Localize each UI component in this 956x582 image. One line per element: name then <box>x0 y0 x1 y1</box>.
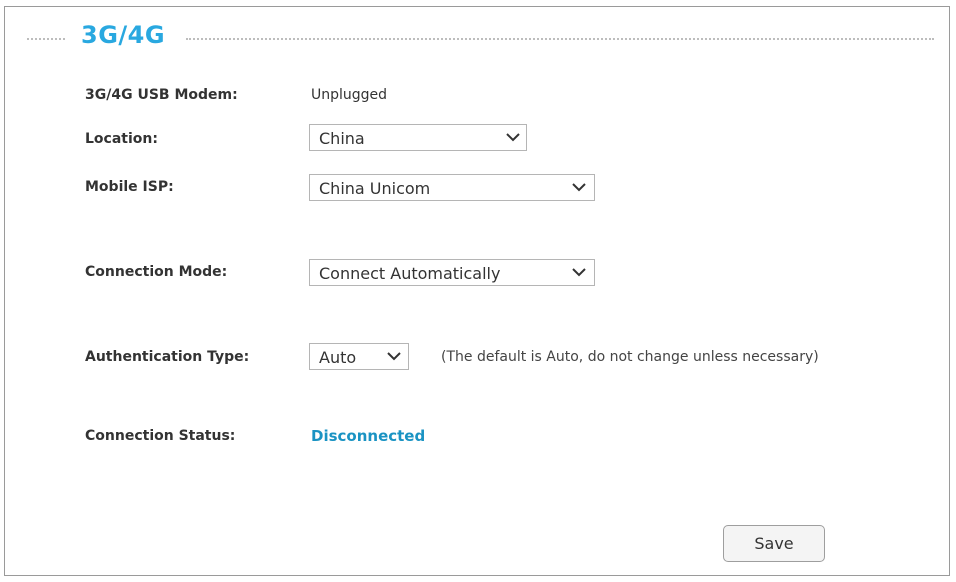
section-title: 3G/4G <box>81 21 166 49</box>
save-button[interactable]: Save <box>723 525 825 562</box>
connection-mode-select[interactable]: Connect Automatically <box>309 259 595 286</box>
settings-panel: 3G/4G 3G/4G USB Modem: Unplugged Locatio… <box>4 6 950 576</box>
auth-type-hint: (The default is Auto, do not change unle… <box>441 349 819 365</box>
chevron-down-icon <box>572 183 586 192</box>
connection-status-label: Connection Status: <box>85 428 236 444</box>
location-selected-value: China <box>319 129 365 148</box>
chevron-down-icon <box>572 268 586 277</box>
auth-type-select[interactable]: Auto <box>309 343 409 370</box>
modem-label: 3G/4G USB Modem: <box>85 87 238 103</box>
modem-status-value: Unplugged <box>311 87 388 103</box>
connection-mode-selected-value: Connect Automatically <box>319 264 501 283</box>
divider-right <box>186 38 934 40</box>
location-select[interactable]: China <box>309 124 527 151</box>
auth-type-selected-value: Auto <box>319 348 357 367</box>
divider-left <box>27 38 65 40</box>
auth-type-label: Authentication Type: <box>85 349 250 365</box>
chevron-down-icon <box>506 133 520 142</box>
section-header: 3G/4G <box>5 21 949 49</box>
location-label: Location: <box>85 131 158 147</box>
isp-selected-value: China Unicom <box>319 179 431 198</box>
chevron-down-icon <box>387 352 401 361</box>
isp-select[interactable]: China Unicom <box>309 174 595 201</box>
isp-label: Mobile ISP: <box>85 179 174 195</box>
connection-mode-label: Connection Mode: <box>85 264 228 280</box>
connection-status-value: Disconnected <box>311 427 426 445</box>
